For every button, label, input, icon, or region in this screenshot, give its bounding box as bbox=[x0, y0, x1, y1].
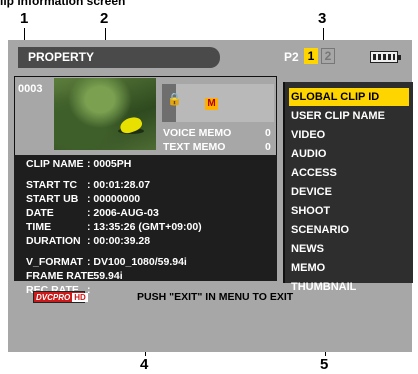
property-row: START TC : 00:01:28.07 bbox=[26, 179, 150, 191]
property-value: : 0005PH bbox=[87, 158, 132, 170]
menu-item-shoot[interactable]: SHOOT bbox=[289, 202, 409, 220]
callout-3: 3 bbox=[318, 10, 327, 27]
property-value: : DV100_1080/59.94i bbox=[87, 256, 187, 268]
menu-item-scenario[interactable]: SCENARIO bbox=[289, 221, 409, 239]
p2-label: P2 bbox=[284, 50, 299, 64]
voice-memo-label: VOICE MEMO bbox=[163, 127, 232, 139]
property-label: START UB bbox=[26, 193, 79, 205]
menu-item-access[interactable]: ACCESS bbox=[289, 164, 409, 182]
callout-1: 1 bbox=[20, 10, 29, 27]
menu-item-thumbnail[interactable]: THUMBNAIL bbox=[289, 278, 409, 296]
property-label: TIME bbox=[26, 221, 52, 233]
menu-item-user-clip-name[interactable]: USER CLIP NAME bbox=[289, 107, 409, 125]
property-row: TIME : 13:35:26 (GMT+09:00) bbox=[26, 221, 202, 233]
property-label: DATE bbox=[26, 207, 54, 219]
dvcpro-hd-logo: DVCPRO HD bbox=[33, 291, 88, 303]
property-row: START UB : 00000000 bbox=[26, 193, 140, 205]
property-value: : 13:35:26 (GMT+09:00) bbox=[87, 221, 202, 233]
property-row: DURATION : 00:00:39.28 bbox=[26, 235, 150, 247]
menu-item-video[interactable]: VIDEO bbox=[289, 126, 409, 144]
text-memo-label: TEXT MEMO bbox=[163, 141, 226, 153]
property-label: V_FORMAT bbox=[26, 256, 83, 268]
text-memo-count: 0 bbox=[265, 141, 271, 153]
logo-text: DVCPRO bbox=[36, 293, 71, 302]
property-value: : 00000000 bbox=[87, 193, 141, 205]
property-label: START TC bbox=[26, 179, 78, 191]
callout-5: 5 bbox=[320, 356, 329, 373]
menu-item-global-clip-id[interactable]: GLOBAL CLIP ID bbox=[289, 88, 409, 106]
menu-item-device[interactable]: DEVICE bbox=[289, 183, 409, 201]
callout-2: 2 bbox=[100, 10, 109, 27]
title-bar: PROPERTY bbox=[18, 47, 220, 68]
voice-memo-count: 0 bbox=[265, 127, 271, 139]
menu-item-memo[interactable]: MEMO bbox=[289, 259, 409, 277]
property-row: FRAME RATE: 59.94i bbox=[26, 270, 123, 282]
logo-badge: HD bbox=[72, 293, 88, 302]
figure-caption: lip information screen bbox=[0, 0, 126, 8]
menu-item-audio[interactable]: AUDIO bbox=[289, 145, 409, 163]
page-title: PROPERTY bbox=[28, 50, 95, 64]
exit-instruction: PUSH "EXIT" IN MENU TO EXIT bbox=[137, 291, 294, 303]
card-slot-1-indicator: 1 bbox=[304, 48, 318, 64]
shot-mark-icon: M bbox=[205, 98, 218, 110]
property-value: : 00:01:28.07 bbox=[87, 179, 151, 191]
property-label: FRAME RATE bbox=[26, 270, 95, 282]
clip-thumbnail bbox=[54, 78, 156, 150]
battery-icon bbox=[370, 51, 401, 63]
property-value: : 59.94i bbox=[87, 270, 123, 282]
card-slot-2-indicator: 2 bbox=[321, 48, 335, 64]
property-row: V_FORMAT : DV100_1080/59.94i bbox=[26, 256, 187, 268]
menu-item-news[interactable]: NEWS bbox=[289, 240, 409, 258]
property-value: : 2006-AUG-03 bbox=[87, 207, 159, 219]
property-row: CLIP NAME: 0005PH bbox=[26, 158, 131, 170]
property-label: DURATION bbox=[26, 235, 81, 247]
property-value: : 00:00:39.28 bbox=[87, 235, 151, 247]
lock-icon: 🔒 bbox=[167, 92, 182, 106]
property-label: CLIP NAME bbox=[26, 158, 84, 170]
property-row: DATE : 2006-AUG-03 bbox=[26, 207, 159, 219]
clip-number: 0003 bbox=[18, 83, 43, 95]
callout-4: 4 bbox=[140, 356, 149, 373]
